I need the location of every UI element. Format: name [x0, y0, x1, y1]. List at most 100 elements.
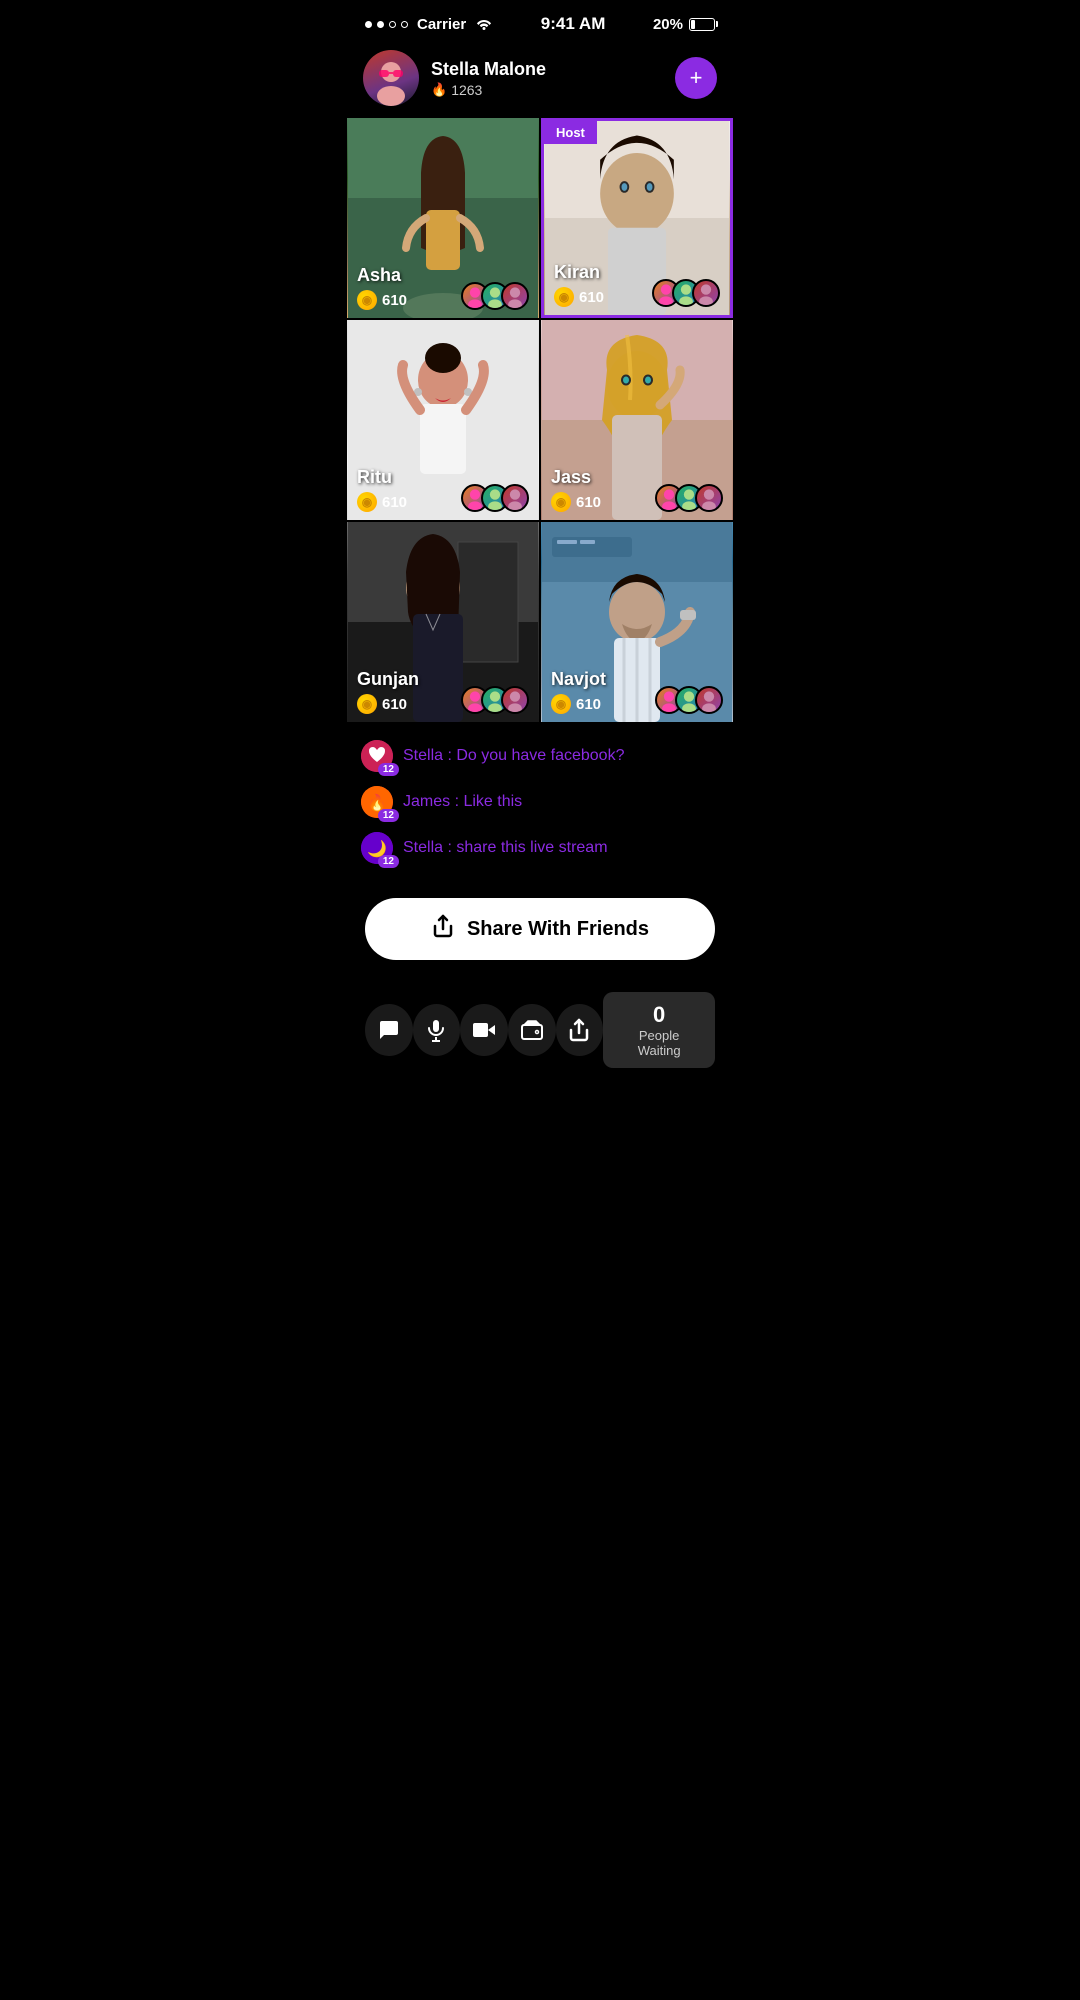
people-waiting: 0 People Waiting: [603, 992, 715, 1068]
status-right: 20%: [653, 16, 715, 33]
coins-value-kiran: 610: [579, 289, 604, 306]
coin-icon: [551, 492, 571, 512]
chat-button[interactable]: [365, 1004, 413, 1056]
cell-name-jass: Jass: [551, 467, 601, 488]
wallet-button[interactable]: [508, 1004, 556, 1056]
status-left: Carrier: [365, 16, 493, 33]
cell-info-navjot: Navjot 610: [551, 669, 723, 714]
viewer-avatars-navjot: [655, 686, 723, 714]
share-icon: [431, 914, 455, 944]
add-button[interactable]: +: [675, 57, 717, 99]
cell-name-navjot: Navjot: [551, 669, 606, 690]
chat-text-1: Stella : Do you have facebook?: [403, 747, 624, 765]
flame-icon: 🔥: [431, 82, 447, 98]
people-waiting-count: 0: [619, 1002, 699, 1028]
chat-msg-2: Like this: [463, 793, 522, 810]
viewer-avatar: [501, 686, 529, 714]
share-with-friends-button[interactable]: Share With Friends: [365, 898, 715, 960]
profile-text: Stella Malone 🔥 1263: [431, 59, 546, 98]
video-grid: Asha 610: [345, 118, 735, 722]
coins-value-ritu: 610: [382, 494, 407, 511]
cell-coins-navjot: 610: [551, 694, 606, 714]
share-button-bottom[interactable]: [556, 1004, 604, 1056]
viewer-avatars-asha: [461, 282, 529, 310]
cell-coins-ritu: 610: [357, 492, 407, 512]
coins-value-jass: 610: [576, 494, 601, 511]
chat-message-2: 🔥 12 James : Like this: [361, 786, 719, 818]
mic-button[interactable]: [413, 1004, 461, 1056]
chat-message-1: 12 Stella : Do you have facebook?: [361, 740, 719, 772]
video-cell-jass[interactable]: Jass 610: [541, 320, 733, 520]
coin-icon: [551, 694, 571, 714]
coin-icon: [357, 290, 377, 310]
cell-coins-kiran: 610: [554, 287, 604, 307]
chat-msg-3: share this live stream: [456, 839, 607, 856]
chat-avatar-james: 🔥 12: [361, 786, 393, 818]
viewer-avatars-jass: [655, 484, 723, 512]
signal-dot-3: [389, 21, 396, 28]
coins-value-gunjan: 610: [382, 696, 407, 713]
chat-username-3: Stella :: [403, 839, 456, 856]
chat-avatar-stella-2: 🌙 12: [361, 832, 393, 864]
chat-badge: 12: [378, 855, 399, 868]
chat-text-2: James : Like this: [403, 793, 522, 811]
carrier-text: Carrier: [417, 16, 466, 33]
battery-percent: 20%: [653, 16, 683, 33]
chat-avatar-stella-1: 12: [361, 740, 393, 772]
chat-username-2: James :: [403, 793, 463, 810]
video-cell-asha[interactable]: Asha 610: [347, 118, 539, 318]
viewer-avatar: [695, 686, 723, 714]
cell-info-asha: Asha 610: [357, 265, 529, 310]
profile-score: 🔥 1263: [431, 82, 546, 98]
cell-coins-gunjan: 610: [357, 694, 419, 714]
coins-value-navjot: 610: [576, 696, 601, 713]
signal-dot-1: [365, 21, 372, 28]
video-cell-ritu[interactable]: Ritu 610: [347, 320, 539, 520]
video-cell-gunjan[interactable]: Gunjan 610: [347, 522, 539, 722]
people-waiting-label: People Waiting: [619, 1028, 699, 1058]
viewer-avatars-gunjan: [461, 686, 529, 714]
cell-coins-jass: 610: [551, 492, 601, 512]
wifi-icon: [475, 16, 493, 33]
chat-badge: 12: [378, 809, 399, 822]
signal-dot-4: [401, 21, 408, 28]
score-value: 1263: [451, 82, 482, 98]
bottom-bar: 0 People Waiting: [345, 980, 735, 1088]
viewer-avatar: [695, 484, 723, 512]
avatar[interactable]: [363, 50, 419, 106]
video-button[interactable]: [460, 1004, 508, 1056]
coin-icon: [554, 287, 574, 307]
profile-name: Stella Malone: [431, 59, 546, 80]
viewer-avatars-kiran: [652, 279, 720, 307]
cell-name-ritu: Ritu: [357, 467, 407, 488]
share-btn-container: Share With Friends: [345, 888, 735, 980]
viewer-avatar: [501, 484, 529, 512]
signal-dot-2: [377, 21, 384, 28]
profile-info: Stella Malone 🔥 1263: [363, 50, 546, 106]
viewer-avatars-ritu: [461, 484, 529, 512]
chat-badge: 12: [378, 763, 399, 776]
chat-message-3: 🌙 12 Stella : share this live stream: [361, 832, 719, 864]
coin-icon: [357, 492, 377, 512]
cell-coins-asha: 610: [357, 290, 407, 310]
video-cell-kiran[interactable]: Host Kiran 610: [541, 118, 733, 318]
battery-icon: [689, 18, 715, 31]
cell-name-asha: Asha: [357, 265, 407, 286]
chat-section: 12 Stella : Do you have facebook? 🔥 12 J…: [345, 722, 735, 888]
profile-row: Stella Malone 🔥 1263 +: [345, 42, 735, 118]
host-badge: Host: [544, 121, 597, 144]
chat-username-1: Stella :: [403, 747, 456, 764]
cell-info-ritu: Ritu 610: [357, 467, 529, 512]
time-display: 9:41 AM: [541, 14, 606, 34]
cell-info-jass: Jass 610: [551, 467, 723, 512]
cell-name-gunjan: Gunjan: [357, 669, 419, 690]
chat-text-3: Stella : share this live stream: [403, 839, 608, 857]
status-bar: Carrier 9:41 AM 20%: [345, 0, 735, 42]
cell-info-kiran: Kiran 610: [554, 262, 720, 307]
chat-msg-1: Do you have facebook?: [456, 747, 624, 764]
cell-name-kiran: Kiran: [554, 262, 604, 283]
video-cell-navjot[interactable]: Navjot 610: [541, 522, 733, 722]
share-button-label: Share With Friends: [467, 918, 649, 941]
cell-info-gunjan: Gunjan 610: [357, 669, 529, 714]
coin-icon: [357, 694, 377, 714]
